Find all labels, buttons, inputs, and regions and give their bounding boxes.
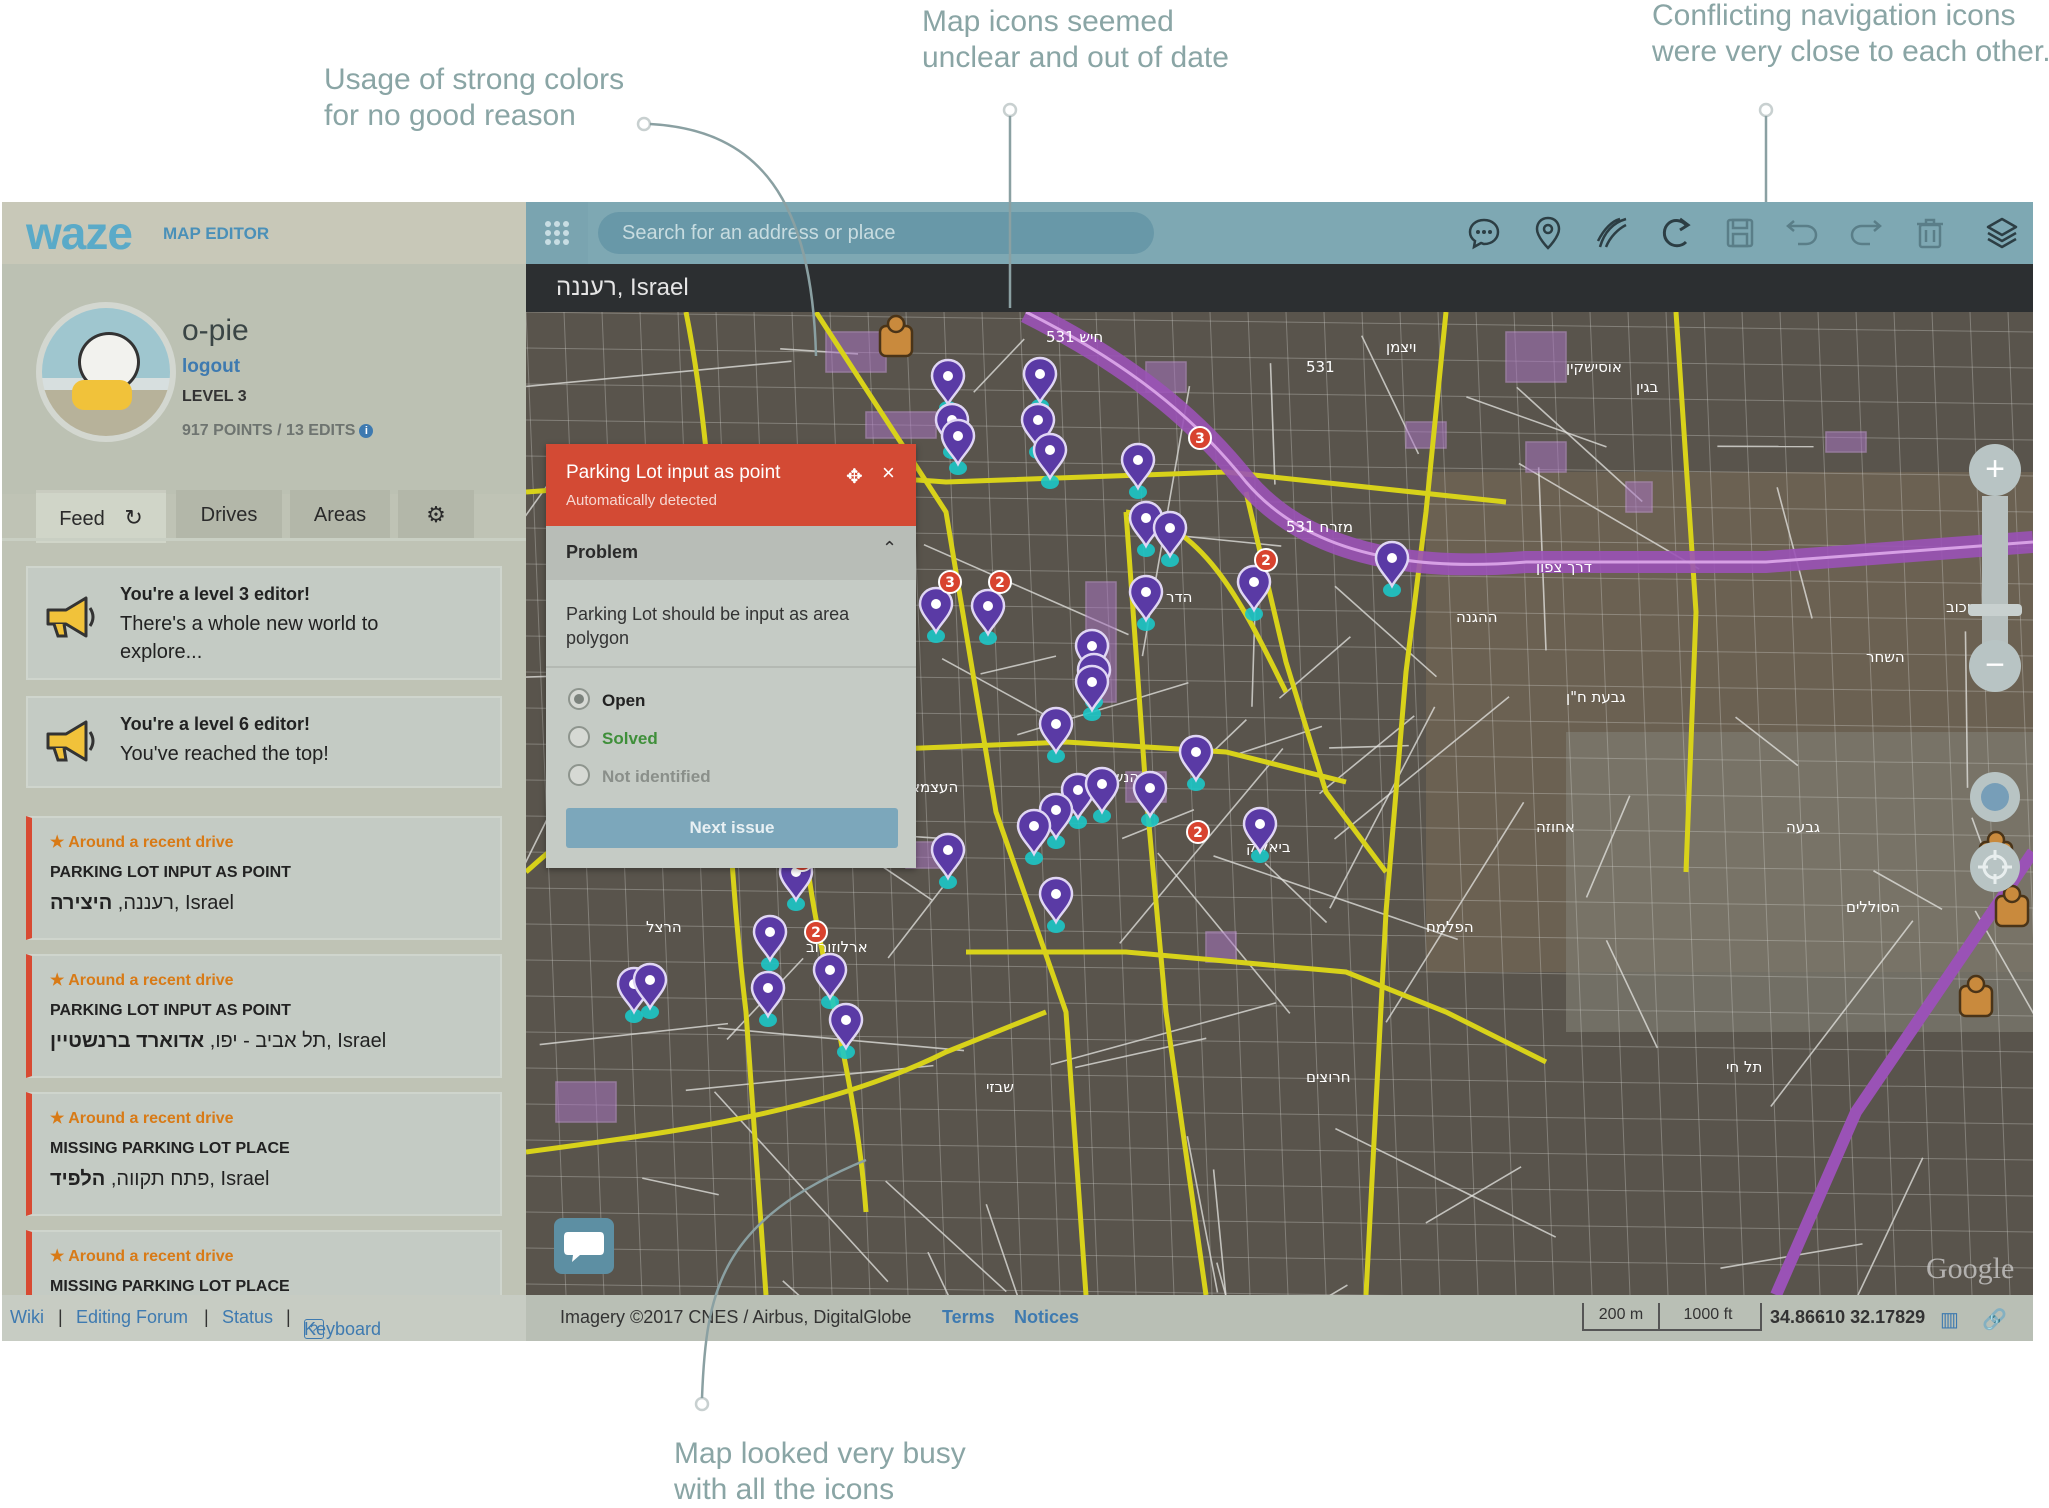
annotation-lines (0, 0, 2049, 1507)
annotation-line-busy (702, 1160, 866, 1398)
annotation-dot (696, 1398, 708, 1410)
annotation-dot (1760, 104, 1772, 116)
annotation-line-colors (650, 124, 816, 356)
annotation-dot (1004, 104, 1016, 116)
annotation-dot (638, 118, 650, 130)
